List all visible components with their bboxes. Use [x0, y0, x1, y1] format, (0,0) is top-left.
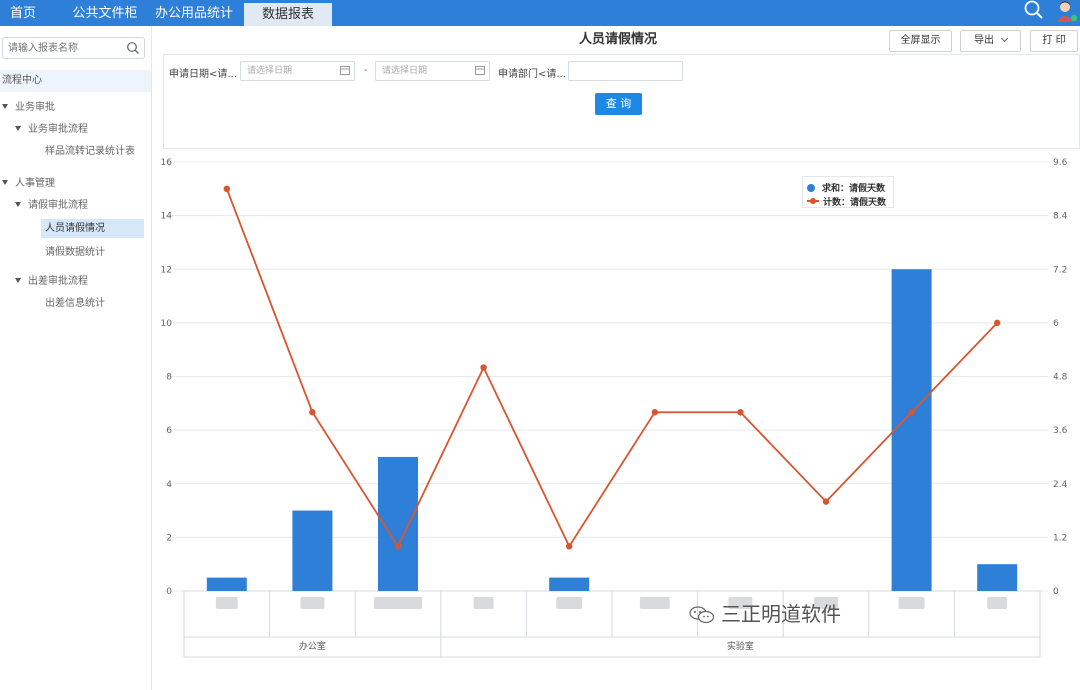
count-point	[908, 409, 915, 416]
category-group-label: 办公室	[299, 640, 326, 652]
y2-axis-tick-label: 9.6	[1053, 158, 1068, 168]
y-axis-tick-label: 4	[166, 480, 172, 490]
legend-label: 计数：请假天数	[823, 198, 887, 208]
category-label-blurred	[556, 597, 583, 609]
category-label-blurred	[374, 597, 422, 609]
category-label-blurred	[639, 597, 670, 609]
watermark-text: 三正明道软件	[721, 602, 841, 626]
bar	[292, 510, 333, 591]
legend-dot-icon	[807, 184, 815, 192]
category-label-blurred	[987, 597, 1008, 609]
y-axis-tick-label: 8	[166, 373, 172, 383]
count-line	[225, 188, 998, 549]
count-point	[822, 498, 830, 505]
category-group-label: 实验室	[727, 640, 754, 652]
y-axis-tick-label: 0	[166, 587, 172, 597]
y-axis-tick-label: 6	[166, 426, 172, 436]
count-point	[223, 185, 230, 193]
bar	[549, 577, 590, 591]
y2-axis-tick-label: 2.4	[1053, 480, 1068, 490]
count-point	[566, 543, 573, 550]
y2-axis-tick-label: 8.4	[1053, 212, 1068, 222]
chart-legend: 求和：请假天数 计数：请假天数	[802, 176, 894, 208]
category-label-blurred	[898, 597, 925, 609]
count-point	[651, 409, 658, 416]
legend-label: 求和：请假天数	[822, 184, 886, 194]
legend-item-count[interactable]: 计数：请假天数	[807, 195, 886, 208]
y-axis-tick-label: 14	[161, 212, 173, 222]
category-label-blurred	[300, 597, 325, 609]
bar	[206, 577, 247, 591]
y2-axis-tick-label: 7.2	[1053, 265, 1067, 275]
count-point	[480, 364, 487, 371]
legend-item-sum[interactable]: 求和：请假天数	[807, 181, 885, 194]
y-axis-tick-label: 2	[166, 533, 172, 543]
y2-axis-tick-label: 1.2	[1053, 533, 1067, 543]
y2-axis-tick-label: 6	[1053, 319, 1059, 329]
category-label-blurred	[473, 597, 494, 609]
y2-axis-tick-label: 0	[1053, 587, 1059, 597]
category-label-blurred	[215, 597, 238, 609]
count-point	[994, 319, 1001, 327]
count-point	[394, 543, 402, 550]
count-point	[309, 409, 316, 416]
y-axis-tick-label: 12	[161, 265, 172, 275]
y-axis-tick-label: 10	[161, 319, 173, 329]
count-point	[737, 409, 744, 416]
y2-axis-tick-label: 4.8	[1053, 373, 1068, 383]
legend-line-icon	[807, 198, 819, 204]
y2-axis-tick-label: 3.6	[1053, 426, 1068, 436]
y-axis-tick-label: 16	[161, 158, 173, 168]
bar	[891, 269, 932, 591]
wechat-watermark: 三正明道软件	[689, 598, 841, 627]
leave-chart: 0 2 4 6 8 10 12 14 16 0 1.2 2.4 3.6 4.8 6 7.2 8.4 9.6 办公室 实…	[161, 158, 1068, 658]
wechat-icon	[689, 606, 715, 624]
bar	[977, 564, 1018, 591]
